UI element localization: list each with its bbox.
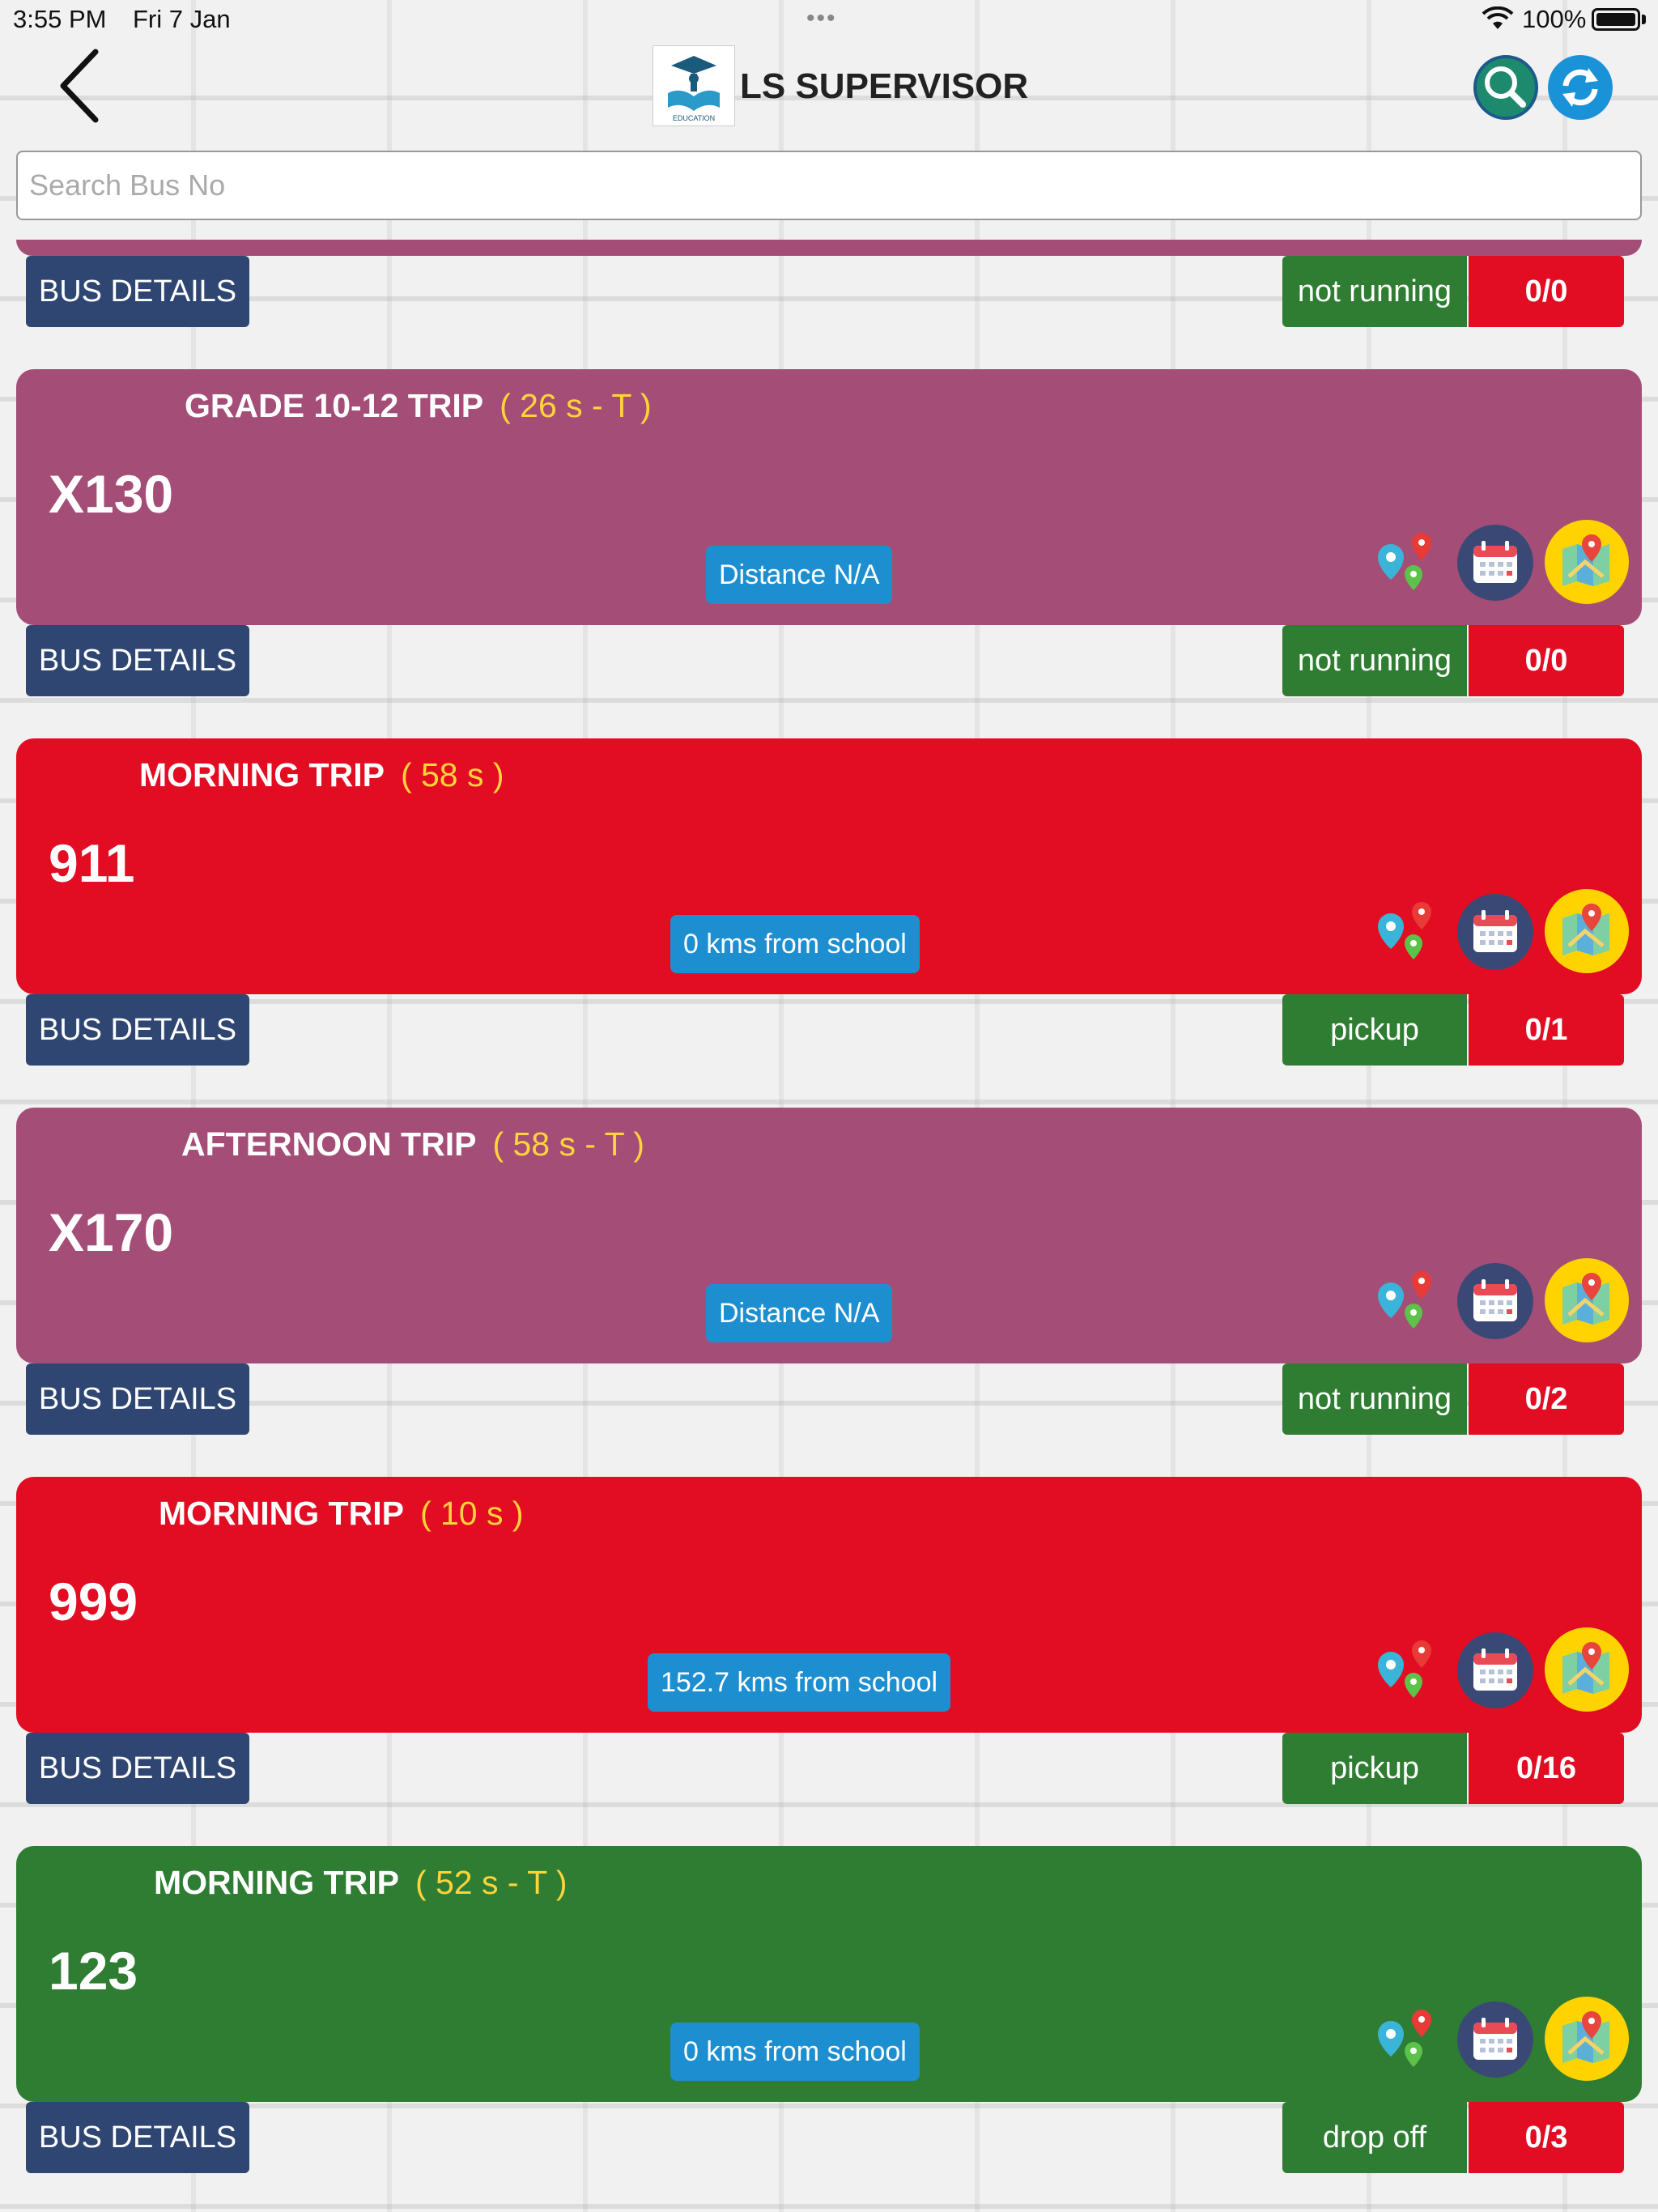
bus-number: 123 <box>49 1941 138 2001</box>
trip-status-badge: not running <box>1282 625 1467 696</box>
bus-details-button[interactable]: BUS DETAILS <box>26 994 249 1066</box>
map-button[interactable] <box>1545 1258 1629 1342</box>
trip-title: MORNING TRIP ( 10 s ) <box>159 1495 524 1533</box>
trip-subtitle: ( 58 s ) <box>400 756 504 793</box>
app-title: LS SUPERVISOR <box>740 66 1029 106</box>
calendar-icon <box>1473 1279 1517 1321</box>
distance-badge: Distance N/A <box>706 1284 893 1342</box>
bus-details-button[interactable]: BUS DETAILS <box>26 625 249 696</box>
distance-badge: 152.7 kms from school <box>648 1653 951 1712</box>
bus-card[interactable]: MORNING TRIP ( 52 s - T ) 123 0 kms from … <box>16 1846 1642 2102</box>
map-icon <box>1562 2011 1609 2063</box>
bus-number: X130 <box>49 464 174 524</box>
trip-title: MORNING TRIP ( 52 s - T ) <box>154 1864 568 1902</box>
trip-name: GRADE 10-12 TRIP <box>185 387 484 424</box>
trip-status-badge: not running <box>1282 1363 1467 1435</box>
bus-details-button[interactable]: BUS DETAILS <box>26 2102 249 2173</box>
bus-card[interactable]: MORNING TRIP ( 10 s ) 999 152.7 kms from … <box>16 1477 1642 1733</box>
back-chevron-icon[interactable] <box>49 45 113 126</box>
student-count-badge: 0/0 <box>1469 256 1624 327</box>
bus-card[interactable]: MORNING TRIP ( 58 s ) 911 0 kms from scho… <box>16 738 1642 994</box>
calendar-button[interactable] <box>1457 2001 1533 2078</box>
distance-badge: 0 kms from school <box>670 2023 920 2081</box>
battery-nub <box>1642 15 1646 24</box>
status-time: 3:55 PM <box>13 5 107 33</box>
trip-name: MORNING TRIP <box>154 1864 399 1901</box>
graduate-book-icon: EDUCATION <box>668 56 720 122</box>
bus-number: 999 <box>49 1572 138 1631</box>
search-button[interactable] <box>1473 55 1538 120</box>
search-bus-input[interactable] <box>16 151 1642 220</box>
trip-name: MORNING TRIP <box>159 1495 404 1532</box>
map-icon <box>1562 1642 1609 1694</box>
map-icon <box>1562 534 1609 586</box>
distance-badge: Distance N/A <box>706 546 893 604</box>
refresh-button[interactable] <box>1548 55 1613 120</box>
route-pins-icon[interactable] <box>1371 1636 1444 1708</box>
trip-title: GRADE 10-12 TRIP ( 26 s - T ) <box>185 387 652 425</box>
map-icon <box>1562 1273 1609 1325</box>
wifi-icon <box>1482 6 1514 29</box>
trip-name: MORNING TRIP <box>139 756 385 793</box>
bus-details-button[interactable]: BUS DETAILS <box>26 256 249 327</box>
student-count-badge: 0/3 <box>1469 2102 1624 2173</box>
trip-status-badge: pickup <box>1282 994 1467 1066</box>
calendar-button[interactable] <box>1457 894 1533 970</box>
student-count-badge: 0/16 <box>1469 1733 1624 1804</box>
app-logo: EDUCATION <box>653 45 735 126</box>
calendar-icon <box>1473 541 1517 583</box>
trip-status-badge: drop off <box>1282 2102 1467 2173</box>
calendar-button[interactable] <box>1457 1632 1533 1708</box>
trip-subtitle: ( 10 s ) <box>419 1495 524 1532</box>
battery-icon <box>1592 8 1640 31</box>
calendar-button[interactable] <box>1457 525 1533 601</box>
student-count-badge: 0/0 <box>1469 625 1624 696</box>
map-button[interactable] <box>1545 1997 1629 2081</box>
trip-status-badge: not running <box>1282 256 1467 327</box>
calendar-icon <box>1473 910 1517 952</box>
bus-card[interactable]: GRADE 10-12 TRIP ( 26 s - T ) X130 Distan… <box>16 369 1642 625</box>
status-date: Fri 7 Jan <box>133 5 231 33</box>
map-button[interactable] <box>1545 889 1629 973</box>
trip-status-badge: pickup <box>1282 1733 1467 1804</box>
status-bar: 3:55 PM Fri 7 Jan ••• 100% <box>0 0 1658 39</box>
map-icon <box>1562 904 1609 955</box>
trip-name: AFTERNOON TRIP <box>181 1125 477 1163</box>
bus-card-partial <box>16 240 1642 256</box>
map-button[interactable] <box>1545 1627 1629 1712</box>
route-pins-icon[interactable] <box>1371 897 1444 970</box>
bus-details-button[interactable]: BUS DETAILS <box>26 1733 249 1804</box>
trip-subtitle: ( 58 s - T ) <box>492 1125 645 1163</box>
map-button[interactable] <box>1545 520 1629 604</box>
multitasking-dots-icon[interactable]: ••• <box>806 5 837 32</box>
bus-details-button[interactable]: BUS DETAILS <box>26 1363 249 1435</box>
route-pins-icon[interactable] <box>1371 528 1444 601</box>
trip-subtitle: ( 52 s - T ) <box>414 1864 568 1901</box>
bus-number: X170 <box>49 1202 174 1262</box>
refresh-icon <box>1562 68 1598 107</box>
trip-title: MORNING TRIP ( 58 s ) <box>139 756 504 794</box>
battery-percent: 100% <box>1522 5 1587 33</box>
svg-text:EDUCATION: EDUCATION <box>673 114 715 122</box>
route-pins-icon[interactable] <box>1371 2005 1444 2078</box>
student-count-badge: 0/2 <box>1469 1363 1624 1435</box>
search-icon <box>1485 66 1526 108</box>
calendar-icon <box>1473 2018 1517 2060</box>
calendar-icon <box>1473 1648 1517 1691</box>
trip-subtitle: ( 26 s - T ) <box>500 387 652 424</box>
route-pins-icon[interactable] <box>1371 1266 1444 1339</box>
bus-number: 911 <box>49 833 135 893</box>
student-count-badge: 0/1 <box>1469 994 1624 1066</box>
bus-card[interactable]: AFTERNOON TRIP ( 58 s - T ) X170 Distance… <box>16 1108 1642 1363</box>
distance-badge: 0 kms from school <box>670 915 920 973</box>
calendar-button[interactable] <box>1457 1263 1533 1339</box>
trip-title: AFTERNOON TRIP ( 58 s - T ) <box>181 1125 644 1163</box>
